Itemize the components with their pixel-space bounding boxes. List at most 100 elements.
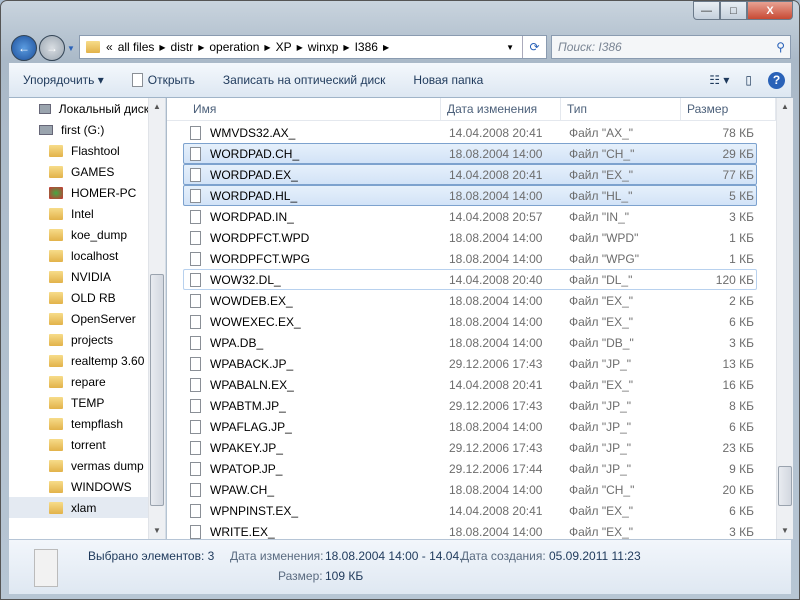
- file-row[interactable]: WPATOP.JP_ 29.12.2006 17:44 Файл "JP_" 9…: [183, 458, 757, 479]
- selected-count: Выбрано элементов: 3: [88, 549, 215, 563]
- burn-button[interactable]: Записать на оптический диск: [209, 73, 400, 87]
- maximize-button[interactable]: □: [720, 1, 747, 20]
- breadcrumb-separator-icon[interactable]: ▶: [383, 43, 389, 52]
- refresh-button[interactable]: ⟳: [522, 36, 546, 58]
- file-type: Файл "AX_": [569, 125, 634, 140]
- forward-button[interactable]: →: [39, 35, 65, 61]
- folder-icon: [49, 144, 63, 157]
- open-button[interactable]: Открыть: [118, 73, 209, 87]
- close-button[interactable]: X: [747, 1, 793, 20]
- address-dropdown[interactable]: ▼: [506, 43, 514, 52]
- file-size: 3 КБ: [729, 335, 754, 350]
- sidebar-item[interactable]: Локальный диск: [9, 98, 149, 119]
- breadcrumb-item[interactable]: XP: [276, 40, 292, 54]
- file-list-scrollbar[interactable]: ▲ ▼: [776, 98, 793, 539]
- scroll-thumb[interactable]: [150, 274, 164, 506]
- breadcrumb-separator-icon[interactable]: ▶: [297, 43, 303, 52]
- recent-pages-dropdown[interactable]: ▼: [67, 44, 75, 53]
- breadcrumb-separator-icon[interactable]: ▶: [159, 43, 165, 52]
- sidebar-item[interactable]: localhost: [9, 245, 149, 266]
- column-date[interactable]: Дата изменения: [441, 98, 561, 120]
- breadcrumb-item[interactable]: I386: [355, 40, 378, 54]
- file-type: Файл "CH_": [569, 482, 635, 497]
- sidebar-item[interactable]: vermas dump: [9, 455, 149, 476]
- sidebar-item[interactable]: OpenServer: [9, 308, 149, 329]
- new-folder-button[interactable]: Новая папка: [399, 73, 497, 87]
- file-row[interactable]: WPA.DB_ 18.08.2004 14:00 Файл "DB_" 3 КБ: [183, 332, 757, 353]
- sidebar-item[interactable]: xlam: [9, 497, 149, 518]
- file-name: WOWEXEC.EX_: [210, 314, 301, 329]
- sidebar-item[interactable]: realtemp 3.60: [9, 350, 149, 371]
- sidebar-item[interactable]: tempflash: [9, 413, 149, 434]
- breadcrumb-separator-icon[interactable]: ▶: [264, 43, 270, 52]
- file-row[interactable]: WPABTM.JP_ 29.12.2006 17:43 Файл "JP_" 8…: [183, 395, 757, 416]
- file-name: WORDPAD.EX_: [210, 167, 298, 182]
- breadcrumb-item[interactable]: operation: [209, 40, 259, 54]
- help-icon[interactable]: ?: [768, 71, 785, 89]
- view-options-icon[interactable]: ☷ ▾: [709, 73, 729, 87]
- file-type: Файл "EX_": [569, 293, 634, 308]
- breadcrumb-separator-icon[interactable]: ▶: [343, 43, 349, 52]
- scroll-thumb[interactable]: [778, 466, 792, 506]
- file-date: 18.08.2004 14:00: [449, 524, 543, 539]
- column-name[interactable]: Имя: [167, 98, 441, 120]
- file-row[interactable]: WRITE.EX_ 18.08.2004 14:00 Файл "EX_" 3 …: [183, 521, 757, 539]
- sidebar-scrollbar[interactable]: ▲ ▼: [148, 98, 165, 539]
- file-type: Файл "EX_": [569, 314, 634, 329]
- file-row[interactable]: WORDPAD.CH_ 18.08.2004 14:00 Файл "CH_" …: [183, 143, 757, 164]
- file-row[interactable]: WOWDEB.EX_ 18.08.2004 14:00 Файл "EX_" 2…: [183, 290, 757, 311]
- breadcrumb-separator-icon[interactable]: ▶: [198, 43, 204, 52]
- size-label: Размер:: [278, 569, 323, 583]
- file-icon: [190, 188, 201, 203]
- breadcrumb-item[interactable]: winxp: [308, 40, 339, 54]
- breadcrumb-item[interactable]: distr: [171, 40, 194, 54]
- size-value: 109 КБ: [325, 569, 364, 583]
- sidebar-item[interactable]: HOMER-PC: [9, 182, 149, 203]
- file-icon: [190, 209, 201, 224]
- sidebar-item[interactable]: projects: [9, 329, 149, 350]
- sidebar-item[interactable]: Flashtool: [9, 140, 149, 161]
- file-row[interactable]: WPABACK.JP_ 29.12.2006 17:43 Файл "JP_" …: [183, 353, 757, 374]
- file-icon: [190, 293, 201, 308]
- search-input[interactable]: Поиск: I386 ⚲: [551, 35, 791, 59]
- file-row[interactable]: WORDPAD.IN_ 14.04.2008 20:57 Файл "IN_" …: [183, 206, 757, 227]
- file-row[interactable]: WORDPAD.EX_ 14.04.2008 20:41 Файл "EX_" …: [183, 164, 757, 185]
- sidebar-item[interactable]: GAMES: [9, 161, 149, 182]
- back-button[interactable]: ←: [11, 35, 37, 61]
- sidebar-item-label: tempflash: [71, 416, 124, 431]
- sidebar-item[interactable]: WINDOWS: [9, 476, 149, 497]
- breadcrumb-overflow[interactable]: «: [106, 40, 113, 54]
- sidebar-item-label: OLD RB: [71, 290, 116, 305]
- sidebar-item[interactable]: TEMP: [9, 392, 149, 413]
- sidebar-item[interactable]: torrent: [9, 434, 149, 455]
- minimize-button[interactable]: —: [693, 1, 720, 20]
- sidebar-item-label: repare: [71, 374, 106, 389]
- organize-button[interactable]: Упорядочить ▾: [9, 73, 118, 87]
- file-row[interactable]: WPAKEY.JP_ 29.12.2006 17:43 Файл "JP_" 2…: [183, 437, 757, 458]
- address-bar[interactable]: « all files ▶ distr ▶ operation ▶ XP ▶ winxp ▶ I38…: [79, 35, 547, 59]
- sidebar-item[interactable]: koe_dump: [9, 224, 149, 245]
- file-row[interactable]: WORDPFCT.WPD 18.08.2004 14:00 Файл "WPD"…: [183, 227, 757, 248]
- sidebar-item[interactable]: first (G:): [9, 119, 149, 140]
- file-row[interactable]: WPAW.CH_ 18.08.2004 14:00 Файл "CH_" 20 …: [183, 479, 757, 500]
- file-row[interactable]: WMVDS32.AX_ 14.04.2008 20:41 Файл "AX_" …: [183, 122, 757, 143]
- file-row[interactable]: WPNPINST.EX_ 14.04.2008 20:41 Файл "EX_"…: [183, 500, 757, 521]
- file-row[interactable]: WORDPAD.HL_ 18.08.2004 14:00 Файл "HL_" …: [183, 185, 757, 206]
- column-size[interactable]: Размер: [681, 98, 776, 120]
- file-row[interactable]: WOWEXEC.EX_ 18.08.2004 14:00 Файл "EX_" …: [183, 311, 757, 332]
- breadcrumb-item[interactable]: all files: [118, 40, 155, 54]
- file-name: WPABALN.EX_: [210, 377, 294, 392]
- file-row[interactable]: WOW32.DL_ 14.04.2008 20:40 Файл "DL_" 12…: [183, 269, 757, 290]
- sidebar-item[interactable]: NVIDIA: [9, 266, 149, 287]
- file-row[interactable]: WPAFLAG.JP_ 18.08.2004 14:00 Файл "JP_" …: [183, 416, 757, 437]
- file-type: Файл "JP_": [569, 356, 632, 371]
- sidebar-item[interactable]: repare: [9, 371, 149, 392]
- sidebar-item-label: torrent: [71, 437, 106, 452]
- file-row[interactable]: WPABALN.EX_ 14.04.2008 20:41 Файл "EX_" …: [183, 374, 757, 395]
- column-type[interactable]: Тип: [561, 98, 681, 120]
- sidebar-item[interactable]: Intel: [9, 203, 149, 224]
- file-date: 14.04.2008 20:41: [449, 125, 543, 140]
- sidebar-item[interactable]: OLD RB: [9, 287, 149, 308]
- file-row[interactable]: WORDPFCT.WPG 18.08.2004 14:00 Файл "WPG"…: [183, 248, 757, 269]
- preview-pane-icon[interactable]: ▯: [745, 73, 752, 87]
